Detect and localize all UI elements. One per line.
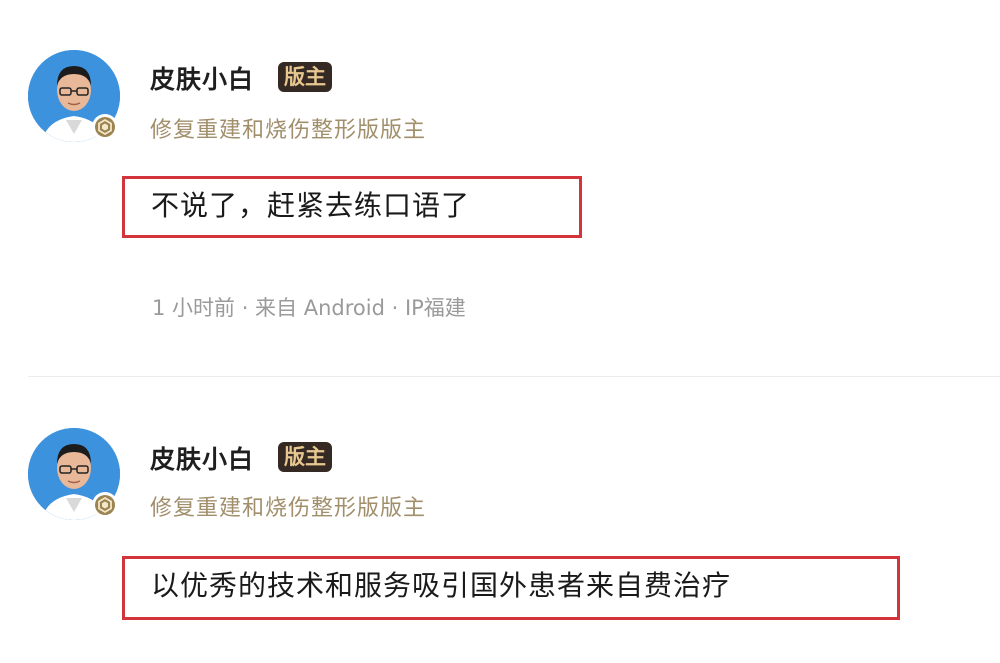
username[interactable]: 皮肤小白 (150, 60, 254, 96)
comment-thread: 皮肤小白 版主 修复重建和烧伤整形版版主 不说了，赶紧去练口语了 1 小时前 ·… (0, 0, 1000, 663)
comment-meta: 1 小时前 · 来自 Android · IP福建 (152, 296, 466, 320)
hexagon-badge-icon (98, 118, 112, 136)
comment-item: 皮肤小白 版主 修复重建和烧伤整形版版主 以优秀的技术和服务吸引国外患者来自费治… (0, 380, 1000, 663)
user-subtitle: 修复重建和烧伤整形版版主 (150, 118, 427, 143)
moderator-tag: 版主 (278, 442, 332, 472)
comment-content: 不说了，赶紧去练口语了 (122, 176, 582, 238)
divider (28, 376, 1000, 377)
comment-content: 以优秀的技术和服务吸引国外患者来自费治疗 (122, 556, 900, 620)
comment-item: 皮肤小白 版主 修复重建和烧伤整形版版主 不说了，赶紧去练口语了 1 小时前 ·… (0, 0, 1000, 377)
hexagon-badge-icon (98, 496, 112, 514)
username[interactable]: 皮肤小白 (150, 440, 254, 476)
moderator-tag: 版主 (278, 62, 332, 92)
verified-badge (92, 492, 118, 518)
verified-badge (92, 114, 118, 140)
user-subtitle: 修复重建和烧伤整形版版主 (150, 496, 427, 521)
